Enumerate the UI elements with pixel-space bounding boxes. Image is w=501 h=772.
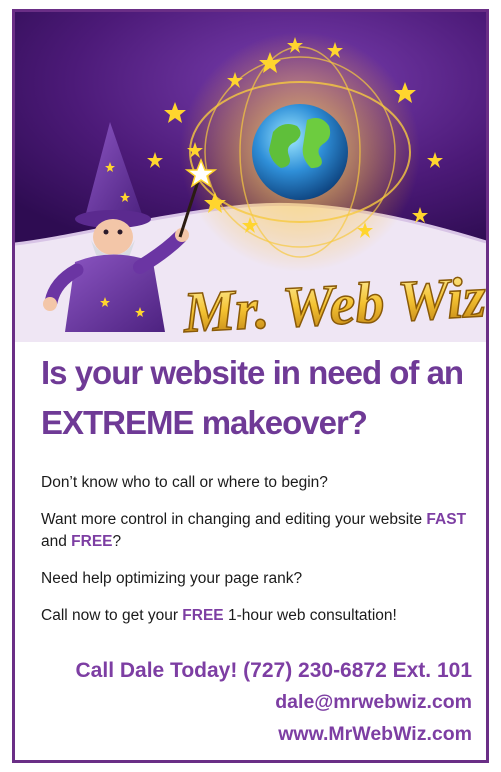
benefit-list: Don’t know who to call or where to begin… xyxy=(41,472,481,642)
headline: Is your website in need of an EXTREME ma… xyxy=(41,348,481,448)
benefit-item: Need help optimizing your page rank? xyxy=(41,568,481,590)
website-link[interactable]: www.MrWebWiz.com xyxy=(76,718,472,750)
benefit-text: and xyxy=(41,533,72,550)
benefit-text: Don’t know who to call or where to begin… xyxy=(41,474,328,491)
globe-icon xyxy=(180,32,420,272)
benefit-item: Want more control in changing and editin… xyxy=(41,509,481,553)
benefit-text: Need help optimizing your page rank? xyxy=(41,570,303,587)
hero-banner: Mr. Web Wiz xyxy=(15,12,486,342)
headline-line-2: EXTREME makeover? xyxy=(41,404,368,441)
benefit-item: Call now to get your FREE 1-hour web con… xyxy=(41,605,481,627)
phone-line[interactable]: Call Dale Today! (727) 230-6872 Ext. 101 xyxy=(76,656,472,686)
contact-block: Call Dale Today! (727) 230-6872 Ext. 101… xyxy=(76,656,472,750)
advertisement: Mr. Web Wiz Is your website in need of a… xyxy=(12,9,489,763)
highlight-text: FREE xyxy=(182,607,224,624)
highlight-text: FAST xyxy=(426,511,467,528)
benefit-text: 1-hour web consultation! xyxy=(223,607,397,624)
email-link[interactable]: dale@mrwebwiz.com xyxy=(76,686,472,718)
benefit-item: Don’t know who to call or where to begin… xyxy=(41,472,481,494)
benefit-text: Want more control in changing and editin… xyxy=(41,511,427,528)
benefit-text: ? xyxy=(112,533,122,550)
benefit-text: Call now to get your xyxy=(41,607,183,624)
headline-line-1: Is your website in need of an xyxy=(41,354,464,391)
highlight-text: FREE xyxy=(71,533,113,550)
